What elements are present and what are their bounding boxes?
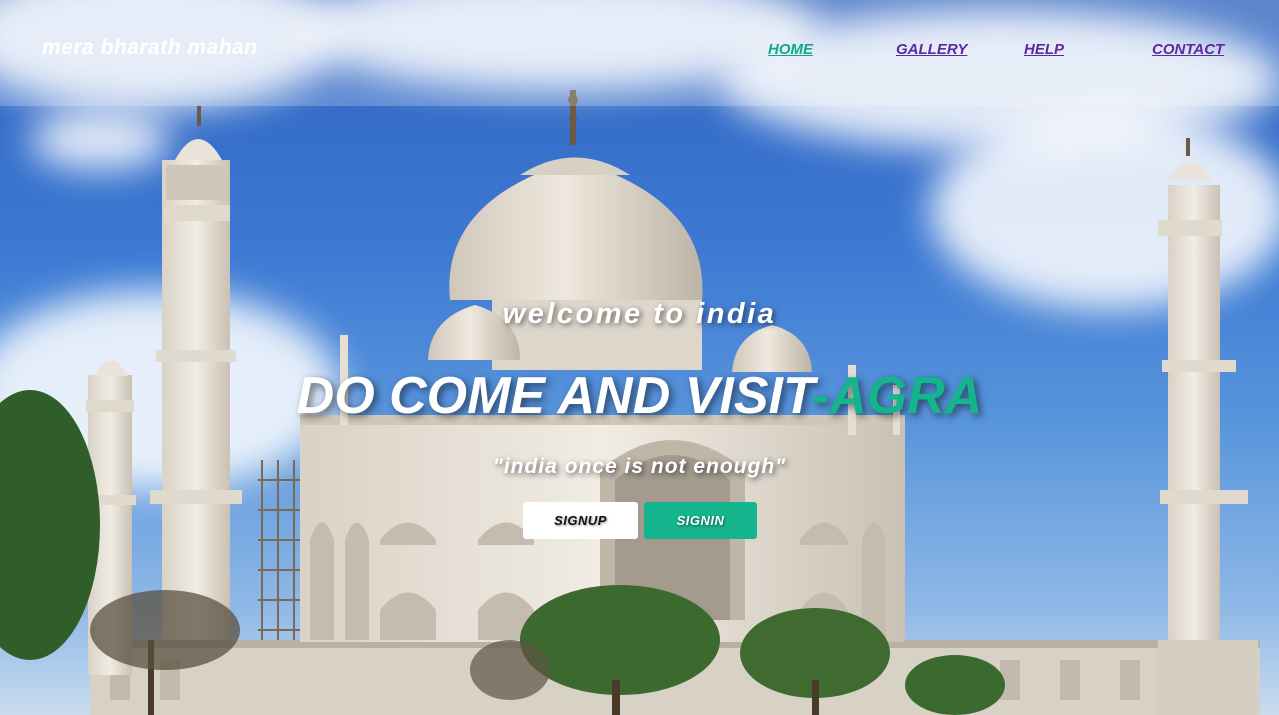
tree-trunk: [612, 680, 620, 715]
signin-button[interactable]: SIGNIN: [644, 502, 757, 539]
hero-welcome-text: welcome to india: [502, 298, 777, 330]
tree: [90, 590, 240, 670]
hero-title-accent: AGRA: [829, 367, 983, 425]
nav-home-link[interactable]: HOME: [768, 41, 813, 58]
tree: [470, 640, 550, 700]
site-logo[interactable]: mera bharath mahan: [42, 36, 258, 60]
tree: [905, 655, 1005, 715]
nav-help-link[interactable]: HELP: [1024, 41, 1064, 58]
nav-contact-link[interactable]: CONTACT: [1152, 41, 1224, 58]
tree: [520, 585, 720, 695]
navbar: mera bharath mahan HOME GALLERY HELP CON…: [0, 0, 1279, 106]
tree-trunk: [812, 680, 819, 715]
nav-gallery-link[interactable]: GALLERY: [896, 41, 967, 58]
hero-title: DO COME AND VISIT-AGRA: [0, 366, 1279, 426]
background-image: [0, 0, 1279, 715]
hero-tagline: "india once is not enough": [492, 455, 787, 478]
hero-title-separator: -: [811, 367, 830, 425]
signup-button[interactable]: SIGNUP: [523, 502, 638, 539]
hero-title-main: DO COME AND VISIT: [296, 367, 812, 425]
